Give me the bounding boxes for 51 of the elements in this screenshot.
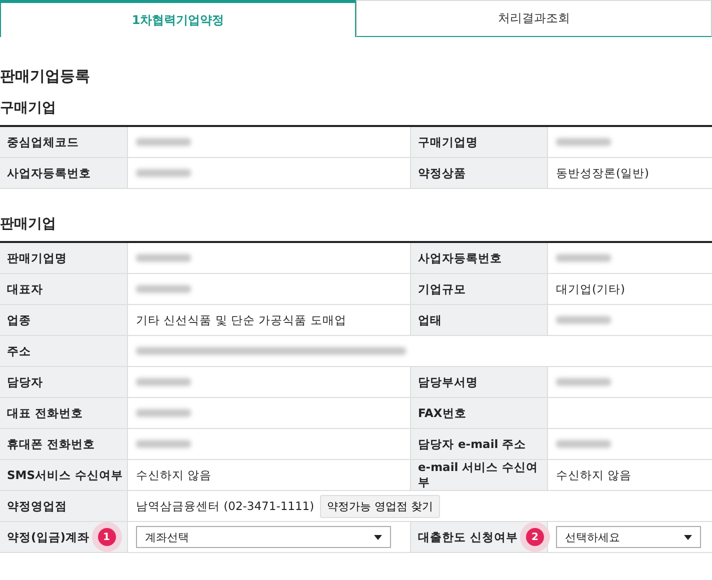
- blurred-text: [556, 440, 611, 448]
- field-value: 대기업(기타): [556, 282, 625, 296]
- select-field[interactable]: 계좌선택: [136, 526, 391, 548]
- field-label: 대표자: [7, 282, 43, 296]
- field-label: 사업자등록번호: [7, 166, 91, 180]
- field-value: 동반성장론(일반): [556, 166, 649, 180]
- field-value: 남역삼금융센터 (02-3471-1111): [136, 498, 314, 514]
- field-label: SMS서비스 수신여부: [7, 468, 124, 482]
- field-label: 약정(입금)계좌: [7, 530, 90, 544]
- blurred-text: [136, 440, 191, 448]
- blurred-text: [556, 378, 611, 386]
- field-value: 수신하지 않음: [556, 468, 632, 482]
- field-label: 업종: [7, 312, 31, 328]
- blurred-text: [556, 254, 611, 262]
- field-label: 담당자 e-mail 주소: [418, 436, 526, 452]
- field-label: e-mail 서비스 수신여부: [418, 460, 540, 490]
- field-label: 담당자: [7, 374, 43, 390]
- field-label: 업태: [418, 312, 442, 328]
- field-label: 약정영업점: [7, 498, 67, 514]
- blurred-text: [556, 138, 611, 146]
- field-label: 사업자등록번호: [418, 250, 502, 266]
- caret-icon: [374, 534, 382, 540]
- blurred-text: [136, 378, 191, 386]
- field-label: 담당부서명: [418, 374, 478, 390]
- field-value: 기타 신선식품 및 단순 가공식품 도매업: [136, 312, 346, 328]
- step-badge: 2: [526, 528, 544, 546]
- section-title: 판매기업: [0, 215, 57, 233]
- select-field[interactable]: 선택하세요: [556, 526, 701, 548]
- tab[interactable]: 처리결과조회: [356, 0, 712, 37]
- field-label: 대표 전화번호: [7, 406, 84, 420]
- field-label: 구매기업명: [418, 134, 478, 150]
- blurred-text: [136, 409, 191, 417]
- field-label: 약정상품: [418, 166, 466, 180]
- field-label: 휴대폰 전화번호: [7, 436, 96, 452]
- field-label: 대출한도 신청여부: [418, 530, 518, 544]
- field-label: FAX번호: [418, 406, 466, 420]
- find-branch-button[interactable]: 약정가능 영업점 찾기: [320, 494, 440, 518]
- caret-icon: [684, 534, 692, 540]
- field-label: 중심업체코드: [7, 134, 79, 150]
- field-label: 기업규모: [418, 282, 466, 296]
- blurred-text: [136, 138, 191, 146]
- blurred-text: [136, 285, 191, 293]
- field-label: 판매기업명: [7, 250, 67, 266]
- blurred-text: [136, 169, 191, 177]
- blurred-text: [556, 316, 611, 324]
- section-title: 구매기업: [0, 99, 57, 117]
- step-badge: 1: [98, 528, 116, 546]
- blurred-text: [136, 254, 191, 262]
- field-label: 주소: [7, 344, 31, 358]
- field-value: 수신하지 않음: [136, 468, 212, 482]
- page-title: 판매기업등록: [0, 67, 91, 87]
